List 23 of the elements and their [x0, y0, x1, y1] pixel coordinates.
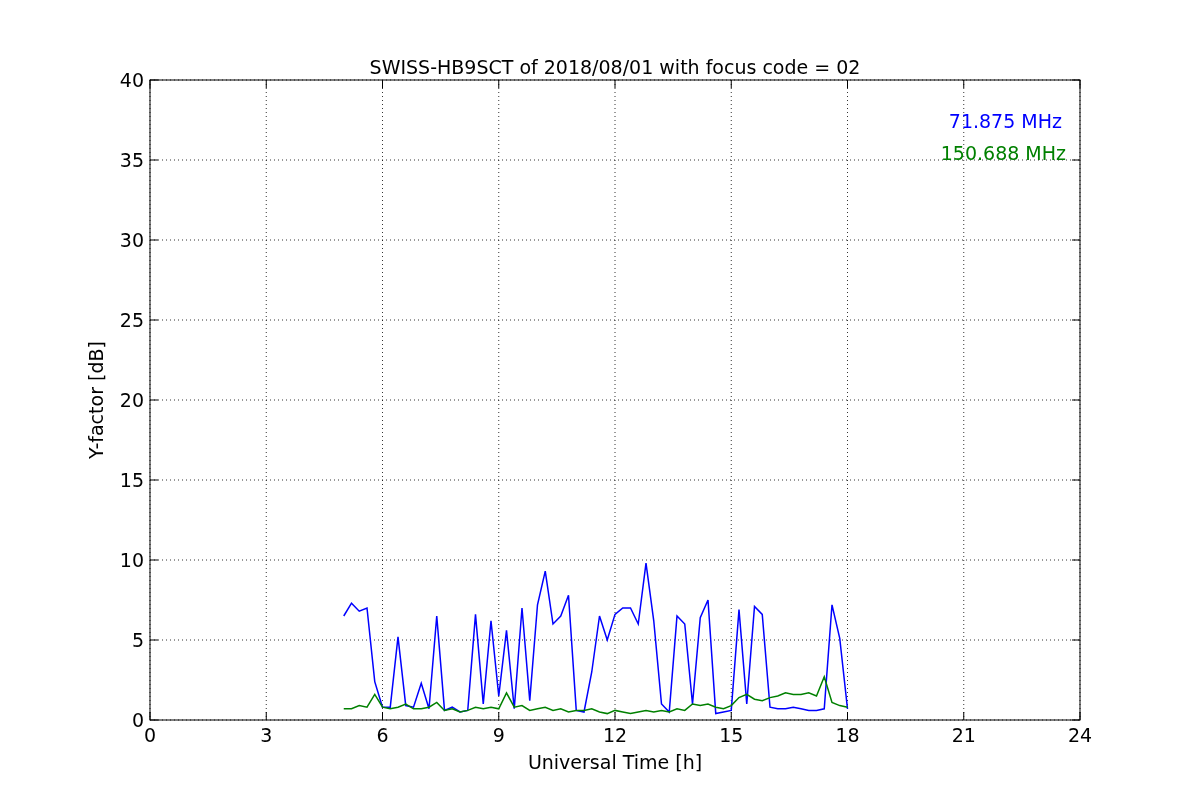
y-tick-label: 5 — [131, 629, 144, 651]
x-tick-label: 12 — [602, 724, 628, 746]
x-tick-label: 15 — [719, 724, 744, 746]
y-tick-label: 10 — [119, 549, 144, 571]
legend-label: 150.688 MHz — [940, 142, 1066, 164]
y-tick-label: 15 — [119, 469, 144, 491]
x-tick-label: 24 — [1067, 724, 1093, 746]
y-axis-label: Y-factor [dB] — [85, 341, 107, 459]
x-tick-label: 9 — [492, 724, 505, 746]
y-tick-label: 20 — [119, 389, 144, 411]
y-tick-label: 35 — [119, 149, 144, 171]
y-tick-label: 0 — [131, 709, 144, 731]
x-tick-label: 3 — [260, 724, 273, 746]
x-tick-label: 0 — [143, 724, 157, 746]
x-tick-label: 21 — [951, 724, 976, 746]
chart-title: SWISS-HB9SCT of 2018/08/01 with focus code = 02 — [369, 56, 861, 78]
legend-label: 71.875 MHz — [948, 110, 1062, 132]
x-axis-label: Universal Time [h] — [527, 751, 703, 773]
y-tick-label: 25 — [119, 309, 144, 331]
y-tick-label: 30 — [119, 229, 144, 251]
x-tick-label: 6 — [376, 724, 389, 746]
x-tick-label: 18 — [835, 724, 860, 746]
y-tick-label: 40 — [119, 69, 144, 91]
